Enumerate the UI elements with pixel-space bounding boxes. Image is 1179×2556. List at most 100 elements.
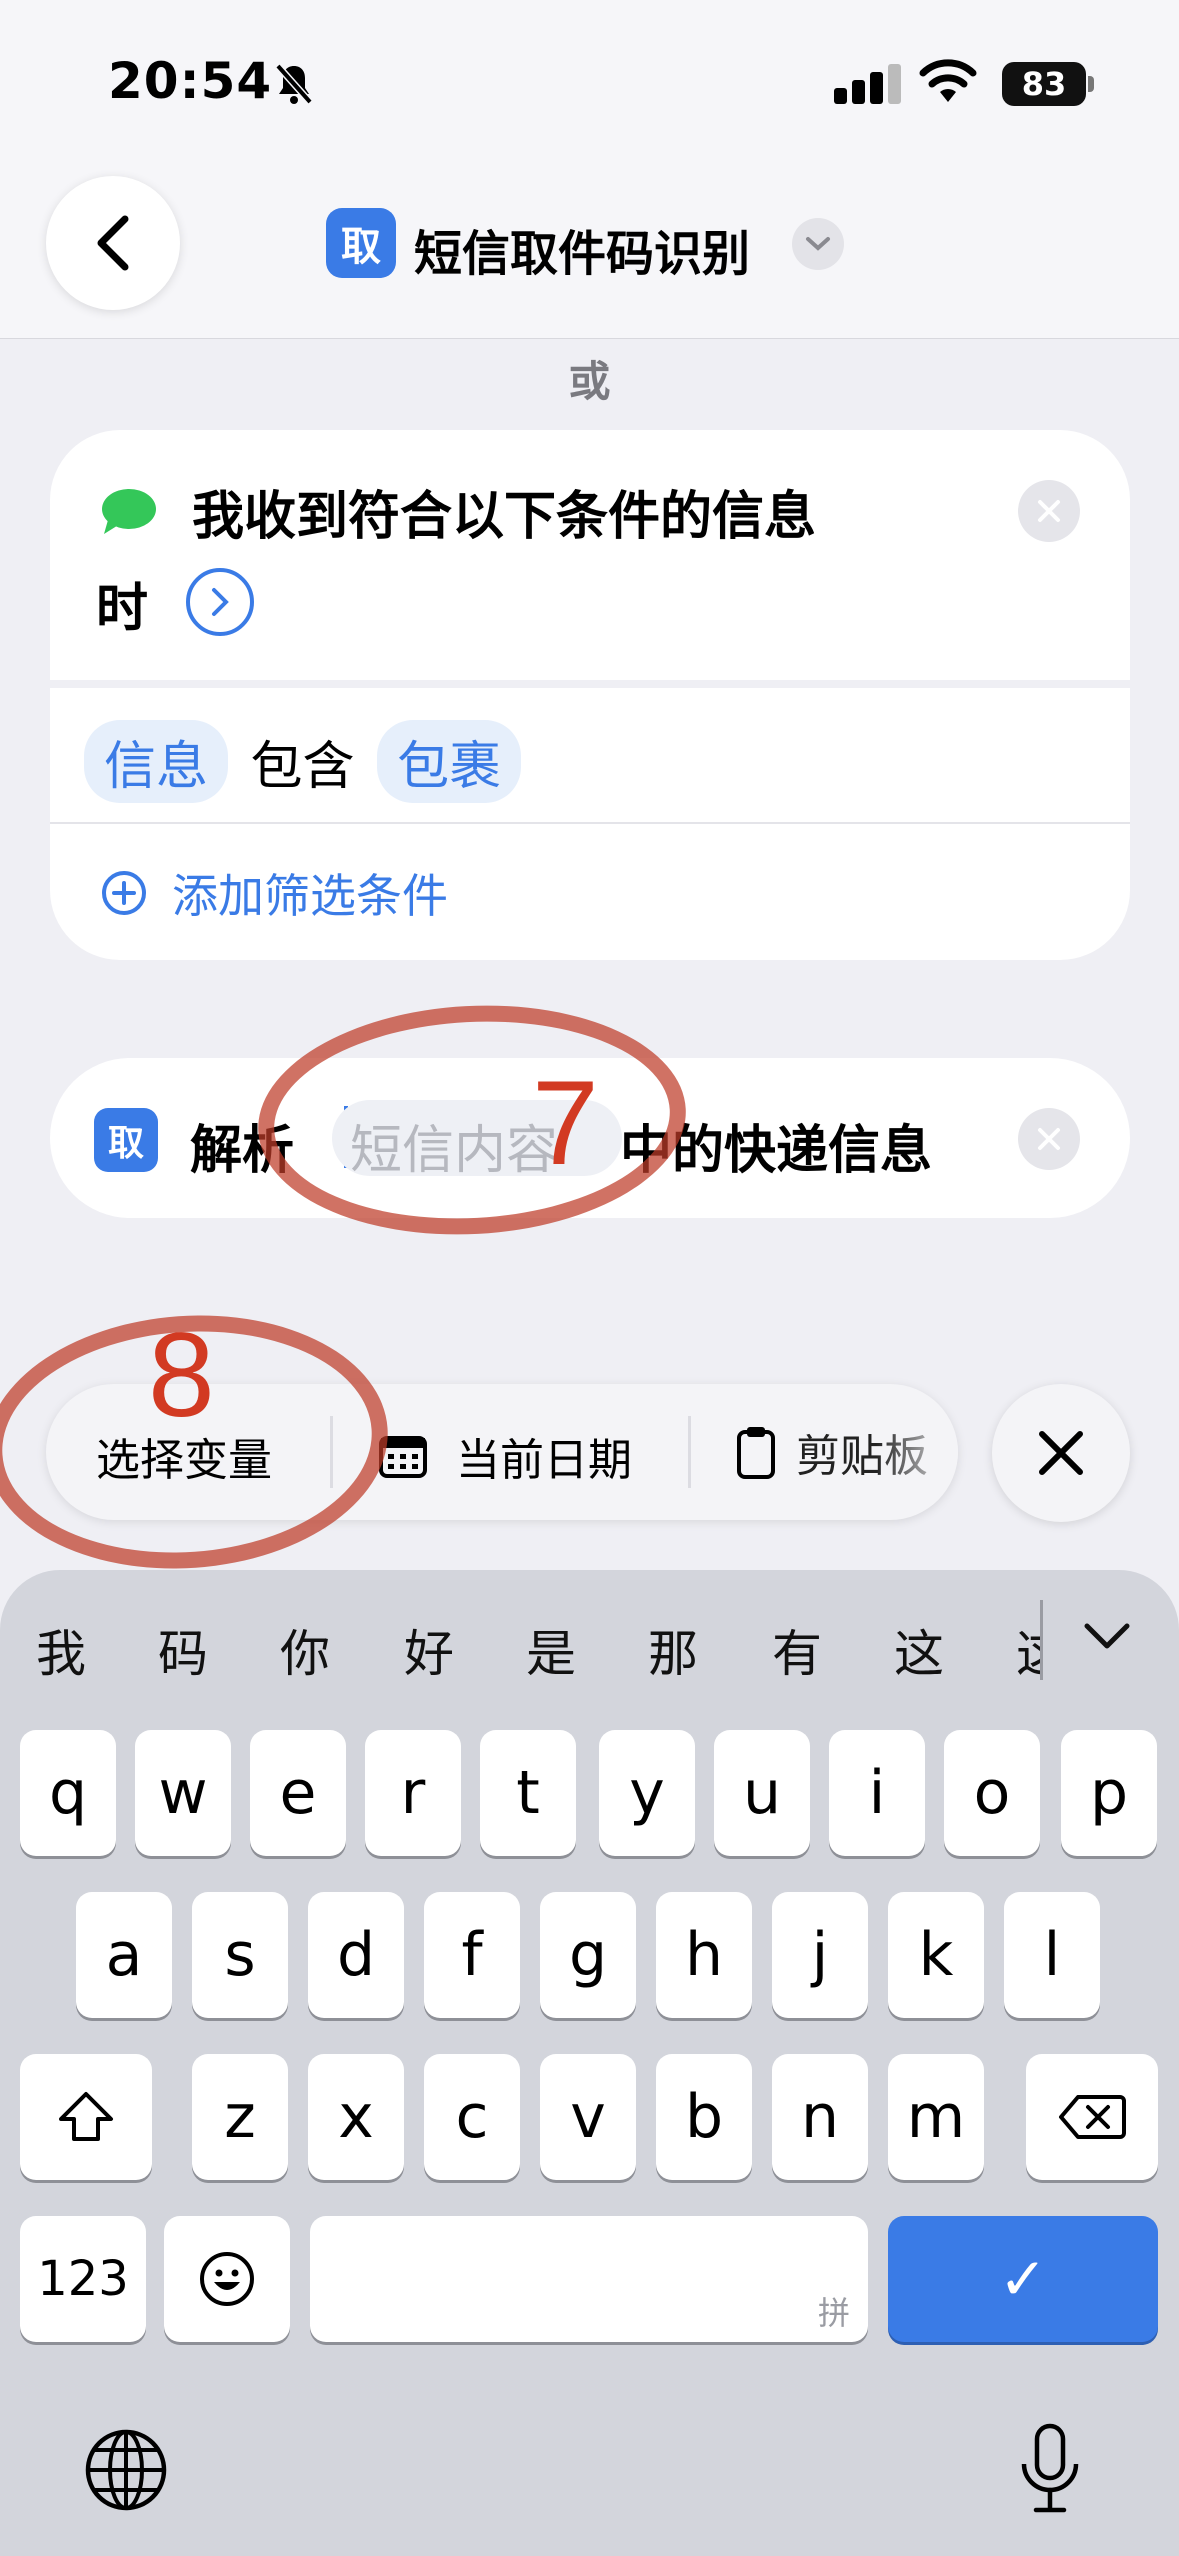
dictation-button[interactable] bbox=[1018, 2422, 1082, 2522]
key-r[interactable]: r bbox=[365, 1730, 461, 1856]
space-key[interactable]: 拼 bbox=[310, 2216, 868, 2342]
cellular-signal-icon bbox=[834, 62, 904, 104]
or-separator: 或 bbox=[568, 357, 611, 406]
chevron-down-icon bbox=[806, 237, 830, 251]
key-q[interactable]: q bbox=[20, 1730, 116, 1856]
candidate-word[interactable]: 那 bbox=[648, 1614, 698, 1686]
silent-mode-icon bbox=[274, 62, 314, 110]
divider bbox=[1040, 1600, 1043, 1680]
key-x[interactable]: x bbox=[308, 2054, 404, 2180]
navigation-header bbox=[0, 0, 1179, 339]
divider bbox=[50, 822, 1130, 824]
candidate-word[interactable]: 你 bbox=[280, 1614, 330, 1686]
app-icon-glyph: 取 bbox=[341, 223, 381, 270]
current-date-button[interactable]: 当前日期 bbox=[378, 1424, 632, 1488]
back-button[interactable] bbox=[46, 176, 180, 310]
close-icon bbox=[1038, 1128, 1060, 1150]
key-b[interactable]: b bbox=[656, 2054, 752, 2180]
key-y[interactable]: y bbox=[599, 1730, 695, 1856]
action-app-icon: 取 bbox=[94, 1108, 158, 1172]
battery-tip bbox=[1088, 76, 1094, 92]
wifi-icon bbox=[918, 58, 978, 108]
battery-level: 83 bbox=[1021, 65, 1067, 103]
numbers-key[interactable]: 123 bbox=[20, 2216, 146, 2342]
key-g[interactable]: g bbox=[540, 1892, 636, 2018]
keyboard: 我 码 你 好 是 那 有 这 这 q w e r t y u i o p a … bbox=[0, 1570, 1179, 2556]
trigger-text-line2: 时 bbox=[96, 579, 149, 639]
key-o[interactable]: o bbox=[944, 1730, 1040, 1856]
dismiss-suggestions-button[interactable] bbox=[992, 1384, 1130, 1522]
emoji-key[interactable] bbox=[164, 2216, 290, 2342]
condition-field-chip[interactable]: 信息 bbox=[84, 720, 229, 803]
key-u[interactable]: u bbox=[714, 1730, 810, 1856]
candidate-word[interactable]: 码 bbox=[158, 1614, 208, 1686]
clipboard-icon bbox=[737, 1427, 775, 1479]
annotation-number-7: 7 bbox=[532, 1056, 599, 1190]
shift-icon bbox=[59, 2092, 113, 2141]
trigger-text-line1: 我收到符合以下条件的信息 bbox=[192, 487, 817, 547]
expand-candidates-button[interactable] bbox=[1082, 1620, 1132, 1658]
key-f[interactable]: f bbox=[424, 1892, 520, 2018]
key-p[interactable]: p bbox=[1061, 1730, 1157, 1856]
condition-row: 信息 包含 包裹 bbox=[84, 720, 522, 803]
globe-language-button[interactable] bbox=[84, 2428, 168, 2516]
candidate-word[interactable]: 是 bbox=[526, 1614, 576, 1686]
battery-icon: 83 bbox=[1002, 62, 1086, 106]
globe-icon bbox=[85, 2429, 167, 2511]
remove-trigger-button[interactable] bbox=[1018, 480, 1080, 542]
microphone-icon bbox=[1021, 2423, 1079, 2513]
candidate-word[interactable]: 我 bbox=[36, 1614, 86, 1686]
trigger-detail-button[interactable] bbox=[186, 568, 254, 636]
condition-operator[interactable]: 包含 bbox=[251, 737, 355, 797]
key-s[interactable]: s bbox=[192, 1892, 288, 2018]
plus-circle-icon bbox=[102, 871, 146, 915]
close-icon bbox=[1038, 500, 1060, 522]
chevron-right-icon bbox=[212, 588, 229, 616]
candidate-clip: 这 bbox=[1016, 1606, 1040, 1686]
shift-key[interactable] bbox=[20, 2054, 152, 2180]
key-v[interactable]: v bbox=[540, 2054, 636, 2180]
key-e[interactable]: e bbox=[250, 1730, 346, 1856]
return-key[interactable]: ✓ bbox=[888, 2216, 1158, 2342]
key-t[interactable]: t bbox=[480, 1730, 576, 1856]
action-app-icon-glyph: 取 bbox=[107, 1122, 144, 1164]
key-m[interactable]: m bbox=[888, 2054, 984, 2180]
delete-key[interactable] bbox=[1026, 2054, 1158, 2180]
messages-icon bbox=[100, 488, 158, 540]
divider bbox=[50, 680, 1130, 688]
add-filter-button[interactable]: 添加筛选条件 bbox=[100, 860, 448, 926]
candidate-word[interactable]: 好 bbox=[404, 1614, 454, 1686]
fade-edge bbox=[876, 1394, 958, 1510]
add-filter-label: 添加筛选条件 bbox=[172, 869, 448, 923]
condition-value-chip[interactable]: 包裹 bbox=[377, 720, 522, 803]
shortcut-app-icon: 取 bbox=[326, 208, 396, 278]
trigger-card: 我收到符合以下条件的信息 时 信息 包含 包裹 添加筛选条件 bbox=[50, 430, 1130, 960]
key-j[interactable]: j bbox=[772, 1892, 868, 2018]
key-d[interactable]: d bbox=[308, 1892, 404, 2018]
delete-backspace-icon bbox=[1059, 2095, 1126, 2139]
key-n[interactable]: n bbox=[772, 2054, 868, 2180]
key-h[interactable]: h bbox=[656, 1892, 752, 2018]
shortcut-title[interactable]: 短信取件码识别 bbox=[414, 214, 750, 284]
key-i[interactable]: i bbox=[829, 1730, 925, 1856]
candidate-word[interactable]: 这 bbox=[1016, 1614, 1040, 1686]
current-date-label: 当前日期 bbox=[456, 1435, 632, 1486]
key-w[interactable]: w bbox=[135, 1730, 231, 1856]
annotation-number-8: 8 bbox=[148, 1308, 215, 1442]
chevron-left-icon bbox=[97, 215, 129, 271]
close-icon bbox=[1039, 1431, 1083, 1475]
candidate-word[interactable]: 有 bbox=[772, 1614, 822, 1686]
checkmark-icon: ✓ bbox=[998, 2245, 1048, 2313]
key-k[interactable]: k bbox=[888, 1892, 984, 2018]
candidate-word[interactable]: 这 bbox=[894, 1614, 944, 1686]
remove-action-button[interactable] bbox=[1018, 1108, 1080, 1170]
key-c[interactable]: c bbox=[424, 2054, 520, 2180]
key-l[interactable]: l bbox=[1004, 1892, 1100, 2018]
divider bbox=[688, 1416, 691, 1488]
chevron-down-icon bbox=[1084, 1623, 1130, 1649]
key-a[interactable]: a bbox=[76, 1892, 172, 2018]
key-z[interactable]: z bbox=[192, 2054, 288, 2180]
status-time: 20:54 bbox=[108, 52, 273, 110]
title-menu-button[interactable] bbox=[792, 218, 844, 270]
emoji-icon bbox=[200, 2252, 254, 2306]
